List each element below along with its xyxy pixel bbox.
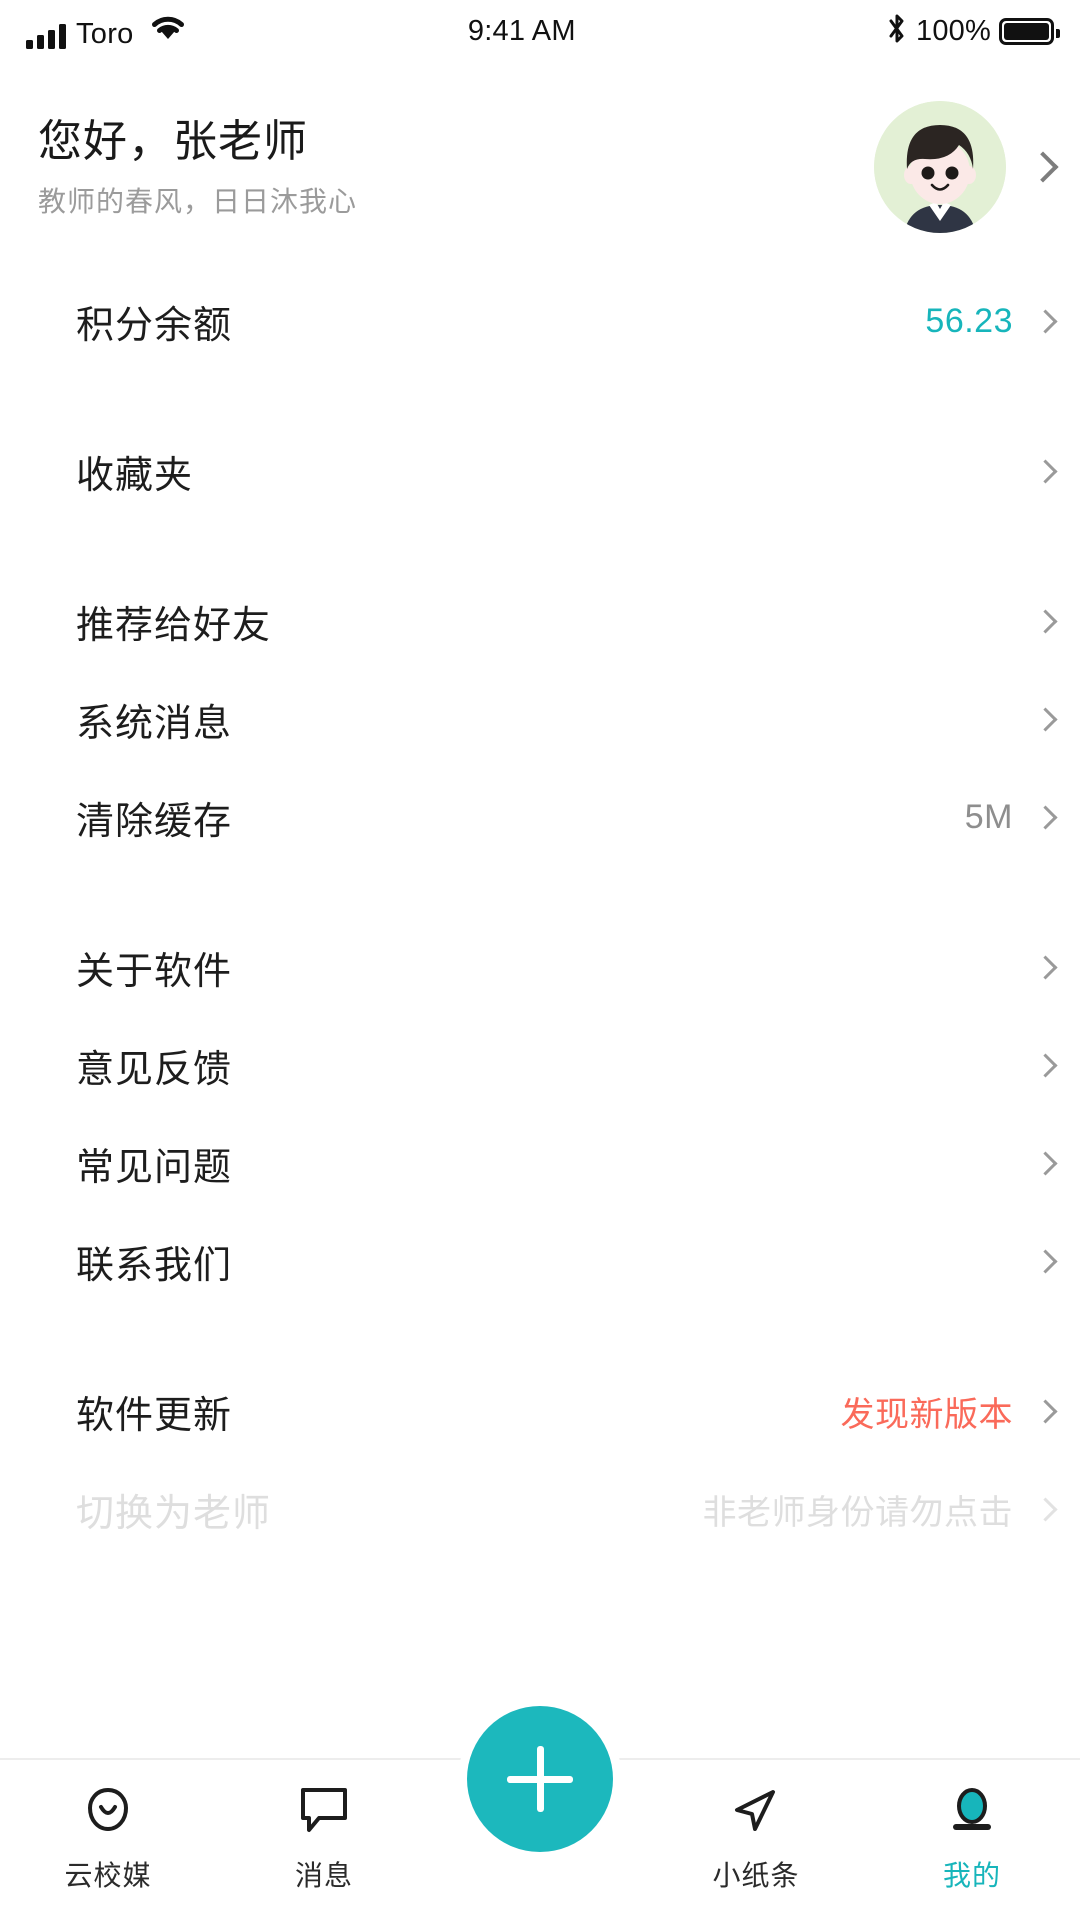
switch-to-teacher-hint: 非老师身份请勿点击 [702, 1493, 1013, 1532]
wifi-icon [148, 13, 188, 48]
app-screen: Toro 9:41 AM 100% 您好，张老师 教师的春风，日日沐我心 积分余… [0, 0, 1080, 1920]
tab-yunxiaomei[interactable]: 云校媒 [0, 1760, 216, 1894]
paper-plane-icon [727, 1782, 785, 1838]
list-item-label: 积分余额 [76, 304, 233, 347]
list-item-switch-to-teacher[interactable]: 切换为老师 非老师身份请勿点击 [0, 1460, 1080, 1558]
cloud-icon [78, 1782, 138, 1838]
points-balance-value: 56.23 [925, 301, 1013, 340]
tab-mine[interactable]: 我的 [864, 1760, 1080, 1894]
chevron-right-icon[interactable] [1033, 308, 1058, 334]
list-item-feedback[interactable]: 意见反馈 [0, 1016, 1080, 1114]
chevron-right-icon[interactable] [1033, 608, 1058, 634]
list-group-update: 软件更新 发现新版本 切换为老师 非老师身份请勿点击 [0, 1362, 1080, 1558]
list-item-label: 系统消息 [76, 702, 233, 745]
list-group-support: 关于软件 意见反馈 常见问题 联系我们 [0, 918, 1080, 1310]
chevron-right-icon[interactable] [1027, 151, 1059, 183]
list-item-label: 切换为老师 [76, 1492, 272, 1535]
chevron-right-icon[interactable] [1033, 1398, 1058, 1424]
status-bar: Toro 9:41 AM 100% [0, 0, 1080, 62]
list-item-label: 推荐给好友 [76, 604, 272, 647]
tab-label: 云校媒 [64, 1860, 152, 1891]
carrier-label: Toro [76, 18, 134, 50]
page-title: 您好，张老师 [38, 117, 308, 166]
bluetooth-icon [886, 12, 908, 51]
list-item-about-software[interactable]: 关于软件 [0, 918, 1080, 1016]
list-item-software-update[interactable]: 软件更新 发现新版本 [0, 1362, 1080, 1460]
tab-label: 我的 [942, 1860, 1001, 1891]
list-item-label: 关于软件 [76, 950, 233, 993]
avatar[interactable] [874, 101, 1006, 233]
chevron-right-icon[interactable] [1033, 1248, 1058, 1274]
list-item-label: 清除缓存 [76, 800, 233, 843]
tab-label: 小纸条 [712, 1860, 800, 1891]
chevron-right-icon[interactable] [1033, 1150, 1058, 1176]
tab-messages[interactable]: 消息 [216, 1760, 432, 1894]
list-item-points-balance[interactable]: 积分余额 56.23 [0, 272, 1080, 370]
profile-header[interactable]: 您好，张老师 教师的春风，日日沐我心 [0, 62, 1080, 272]
update-status-badge: 发现新版本 [840, 1395, 1013, 1434]
list-item-system-messages[interactable]: 系统消息 [0, 670, 1080, 768]
group-divider [0, 370, 1080, 422]
status-bar-right: 100% [886, 12, 1060, 51]
greeting-block: 您好，张老师 教师的春风，日日沐我心 [38, 114, 874, 220]
list-group-general: 推荐给好友 系统消息 清除缓存 5M [0, 572, 1080, 866]
group-divider [0, 866, 1080, 918]
list-group-favorites: 收藏夹 [0, 422, 1080, 520]
signal-bars-icon [26, 23, 66, 49]
group-divider [0, 520, 1080, 572]
chevron-right-icon[interactable] [1033, 1496, 1058, 1522]
tab-notes[interactable]: 小纸条 [648, 1760, 864, 1894]
chevron-right-icon[interactable] [1033, 954, 1058, 980]
list-item-label: 常见问题 [76, 1146, 233, 1189]
chevron-right-icon[interactable] [1033, 458, 1058, 484]
tab-label: 消息 [294, 1860, 353, 1891]
person-icon [943, 1782, 1001, 1838]
message-bubble-icon [295, 1782, 353, 1838]
list-group-points: 积分余额 56.23 [0, 272, 1080, 370]
group-divider [0, 1310, 1080, 1362]
add-button[interactable] [467, 1706, 613, 1852]
chevron-right-icon[interactable] [1033, 804, 1058, 830]
battery-percent-label: 100% [916, 14, 991, 47]
battery-full-icon [999, 17, 1060, 45]
cache-size-value: 5M [964, 797, 1013, 836]
list-item-clear-cache[interactable]: 清除缓存 5M [0, 768, 1080, 866]
status-bar-clock: 9:41 AM [467, 14, 576, 47]
chevron-right-icon[interactable] [1033, 1052, 1058, 1078]
chevron-right-icon[interactable] [1033, 706, 1058, 732]
avatar-area[interactable] [874, 101, 1059, 233]
list-item-contact-us[interactable]: 联系我们 [0, 1212, 1080, 1310]
list-item-faq[interactable]: 常见问题 [0, 1114, 1080, 1212]
list-item-recommend-to-friend[interactable]: 推荐给好友 [0, 572, 1080, 670]
list-item-favorites[interactable]: 收藏夹 [0, 422, 1080, 520]
greeting-subtitle: 教师的春风，日日沐我心 [38, 186, 358, 217]
settings-list: 积分余额 56.23 收藏夹 推荐给好友 系统消息 清除缓存 5M 关于软件 意… [0, 272, 1080, 1558]
list-item-label: 收藏夹 [76, 454, 194, 497]
list-item-label: 联系我们 [76, 1244, 233, 1287]
list-item-label: 软件更新 [76, 1394, 233, 1437]
status-bar-left: Toro [26, 13, 188, 49]
list-item-label: 意见反馈 [76, 1048, 233, 1091]
